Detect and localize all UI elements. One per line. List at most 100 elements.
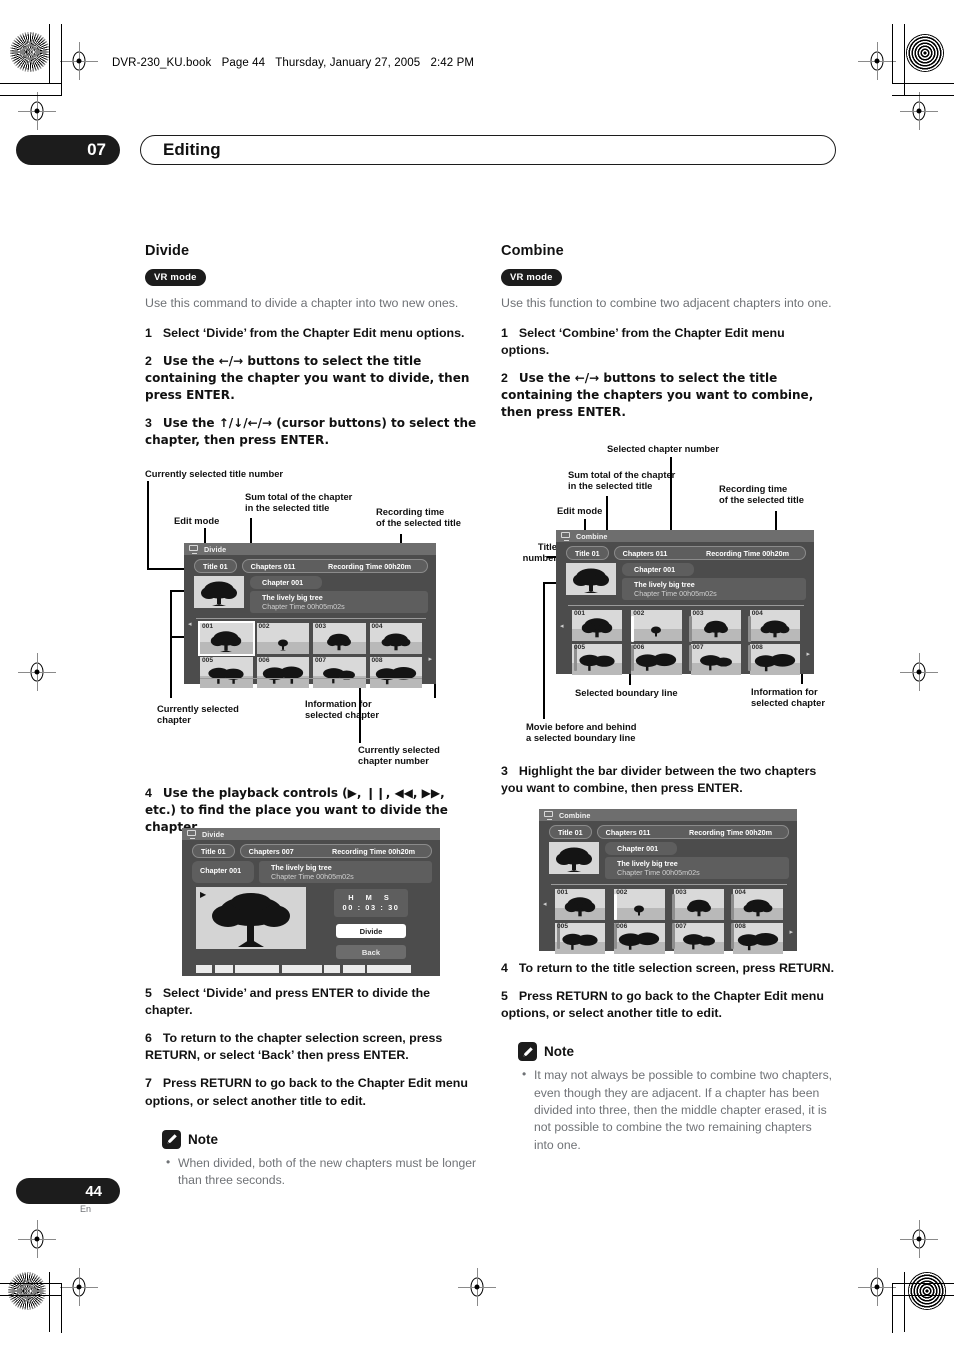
boundary-divider-selected[interactable] xyxy=(631,616,634,642)
chapter-thumb-005[interactable]: 005 xyxy=(200,657,253,688)
chapter-thumb-008[interactable]: 008 xyxy=(732,923,783,954)
title-number-pill[interactable]: Title 01 xyxy=(194,559,237,573)
chapter-thumb-008[interactable]: 008 xyxy=(749,644,800,675)
note-list: It may not always be possible to combine… xyxy=(501,1066,834,1154)
chapter-thumb-001[interactable]: 001 xyxy=(572,610,623,641)
callout-divide-chapter-number: Currently selected chapter number xyxy=(358,744,440,767)
chapter-thumb-008[interactable]: 008 xyxy=(369,657,422,688)
grid-nav-right-icon[interactable]: ▸ xyxy=(806,650,810,658)
divider-rule xyxy=(196,618,426,619)
chapter-thumb-005[interactable]: 005 xyxy=(555,923,606,954)
book-info-line: DVR-230_KU.book Page 44 Thursday, Januar… xyxy=(112,57,481,69)
chapter-thumbnail-grid[interactable]: 001 002 003 004 005 006 007 008 xyxy=(556,610,814,675)
note-header: Note xyxy=(162,1129,478,1149)
grid-nav-left-icon[interactable]: ◂ xyxy=(188,620,192,628)
thumb-number: 002 xyxy=(258,623,270,630)
tree-icon xyxy=(212,893,290,947)
combine-step-2: 2 Use the ←/→ buttons to select the title… xyxy=(501,370,834,421)
title-number-pill[interactable]: Title 01 xyxy=(566,546,609,560)
time-entry-box[interactable]: H M S 00 : 03 : 30 xyxy=(334,889,408,917)
boundary-divider[interactable] xyxy=(689,616,692,642)
screen-title-bar: Divide xyxy=(182,828,440,840)
chapter-thumb-006[interactable]: 006 xyxy=(256,657,309,688)
chapter-thumb-002[interactable]: 002 xyxy=(614,889,665,920)
crop-mark-tr-h xyxy=(892,83,954,85)
boundary-divider-selected[interactable] xyxy=(614,894,617,920)
chapter-thumb-004[interactable]: 004 xyxy=(732,889,783,920)
boundary-divider[interactable] xyxy=(731,923,734,949)
chapter-time: Chapter Time 00h05m02s xyxy=(617,868,700,877)
crop-mark-tl2-h xyxy=(0,95,62,97)
left-column-steps-5-7: 5 Select ‘Divide’ and press ENTER to divi… xyxy=(145,985,478,1189)
progress-seg xyxy=(324,965,340,973)
grid-nav-right-icon[interactable]: ▸ xyxy=(789,928,793,936)
thumb-number: 004 xyxy=(751,610,763,617)
chapter-thumb-006[interactable]: 006 xyxy=(631,644,682,675)
note-label: Note xyxy=(544,1044,574,1060)
chapter-description: The lively big tree Chapter Time 00h05m0… xyxy=(622,578,806,600)
back-button[interactable]: Back xyxy=(336,945,406,959)
screen-divide-chapter-select[interactable]: Divide Title 01 Chapters 011 Recording T… xyxy=(184,543,436,688)
grid-nav-left-icon[interactable]: ◂ xyxy=(560,622,564,630)
chapter-thumb-001[interactable]: 001 xyxy=(555,889,606,920)
thumb-number: 008 xyxy=(371,657,383,664)
chapter-thumb-003[interactable]: 003 xyxy=(690,610,741,641)
crop-mark-tr2-h xyxy=(892,95,954,97)
grid-nav-left-icon[interactable]: ◂ xyxy=(543,900,547,908)
divide-step-6: 6 To return to the chapter selection scre… xyxy=(145,1030,478,1064)
chapter-time: Chapter Time 00h05m02s xyxy=(271,872,354,881)
registration-mark-bottom-edge-left xyxy=(18,1220,56,1258)
step-number: 5 xyxy=(145,986,152,1000)
callout-combine-edit-mode: Edit mode xyxy=(557,505,603,516)
chapter-thumb-004[interactable]: 004 xyxy=(369,623,422,654)
step-text: To return to the chapter selection scree… xyxy=(145,1031,443,1063)
chapter-thumbnail-grid[interactable]: 001 002 003 004 005 006 007 008 xyxy=(539,889,797,954)
thumb-number: 007 xyxy=(675,923,687,930)
boundary-divider[interactable] xyxy=(731,894,734,920)
chapter-description: The lively big tree Chapter Time 00h05m0… xyxy=(605,857,789,879)
grid-nav-right-icon[interactable]: ▸ xyxy=(428,655,432,663)
callout-combine-chapter-info: Information for selected chapter xyxy=(751,686,825,709)
boundary-divider[interactable] xyxy=(748,616,751,642)
crop-mark-bl2-v xyxy=(61,1283,63,1333)
chapter-thumb-004[interactable]: 004 xyxy=(749,610,800,641)
screen-combine-result[interactable]: Combine Title 01 Chapters 011 Recording … xyxy=(539,809,797,954)
title-number-pill[interactable]: Title 01 xyxy=(549,825,592,839)
chapter-name: The lively big tree xyxy=(262,593,323,602)
step-text: To return to the title selection screen,… xyxy=(518,961,835,975)
chapter-thumb-002[interactable]: 002 xyxy=(256,623,309,654)
chapter-thumb-007[interactable]: 007 xyxy=(690,644,741,675)
screen-divide-playback[interactable]: Divide Title 01 Chapters 007 Recording T… xyxy=(182,828,440,976)
chapter-thumb-007[interactable]: 007 xyxy=(673,923,724,954)
tv-icon xyxy=(561,532,572,541)
leader-line-current-chapter-v2 xyxy=(170,590,172,638)
step-number: 3 xyxy=(501,764,508,778)
page-language-label: En xyxy=(80,1204,92,1214)
playback-progress-bar[interactable] xyxy=(196,965,426,973)
chapter-thumb-003[interactable]: 003 xyxy=(313,623,366,654)
crop-mark-tl-h xyxy=(0,83,62,85)
progress-seg xyxy=(281,965,322,973)
thumb-number: 003 xyxy=(675,889,687,896)
chapter-thumb-003[interactable]: 003 xyxy=(673,889,724,920)
step-text: Highlight the bar divider between the tw… xyxy=(501,764,817,796)
title-number-pill[interactable]: Title 01 xyxy=(192,844,235,858)
chapter-thumb-006[interactable]: 006 xyxy=(614,923,665,954)
thumb-number: 006 xyxy=(616,923,628,930)
chapter-thumb-002[interactable]: 002 xyxy=(631,610,682,641)
screen-combine-chapter-select[interactable]: Combine Title 01 Chapters 011 Recording … xyxy=(556,530,814,675)
bottom-rule xyxy=(200,678,422,679)
chapter-thumb-007[interactable]: 007 xyxy=(313,657,366,688)
divide-step-5: 5 Select ‘Divide’ and press ENTER to divi… xyxy=(145,985,478,1019)
chapter-thumb-005[interactable]: 005 xyxy=(572,644,623,675)
callout-combine-boundary-line: Selected boundary line xyxy=(575,687,678,698)
step-number: 3 xyxy=(145,416,152,431)
book-page-label: Page 44 xyxy=(221,57,266,69)
divide-button[interactable]: Divide xyxy=(336,924,406,938)
boundary-divider[interactable] xyxy=(748,645,751,671)
selected-chapter-block: Chapter 001 The lively big tree Chapter … xyxy=(182,861,440,883)
boundary-divider[interactable] xyxy=(672,894,675,920)
page-number-badge: 44 xyxy=(16,1178,120,1204)
screen-mode-label: Divide xyxy=(204,544,227,554)
chapter-thumb-001[interactable]: 001 xyxy=(198,621,255,656)
